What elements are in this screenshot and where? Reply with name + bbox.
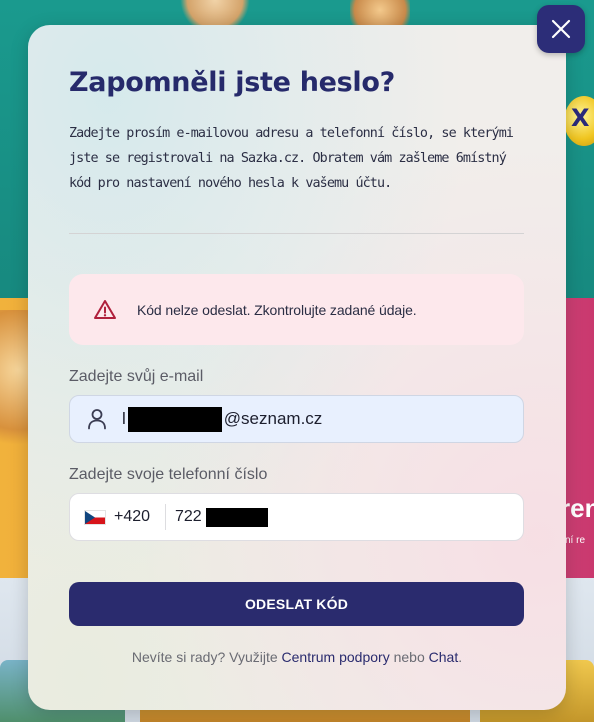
- help-text: Nevíte si rady? Využijte Centrum podpory…: [0, 649, 594, 665]
- email-label: Zadejte svůj e-mail: [69, 368, 204, 385]
- send-code-button[interactable]: ODESLAT KÓD: [69, 582, 524, 626]
- error-alert-text: Kód nelze odeslat. Zkontrolujte zadané ú…: [137, 301, 417, 318]
- redaction-block: [127, 406, 222, 432]
- warning-triangle-icon: [93, 298, 117, 322]
- close-button[interactable]: [537, 5, 585, 53]
- divider: [69, 233, 524, 234]
- czech-flag-icon[interactable]: [84, 509, 106, 525]
- help-text-middle: nebo: [393, 649, 425, 665]
- close-icon: [550, 18, 572, 40]
- help-text-after: .: [458, 649, 463, 665]
- email-field[interactable]: l @seznam.cz: [69, 395, 524, 443]
- phone-value: 722: [175, 507, 268, 527]
- redaction-block: [205, 507, 268, 527]
- modal-description: Zadejte prosím e-mailovou adresu a telef…: [69, 126, 514, 191]
- error-alert: Kód nelze odeslat. Zkontrolujte zadané ú…: [69, 274, 524, 345]
- phone-value-prefix: 722: [175, 508, 202, 525]
- chat-link[interactable]: Chat: [429, 649, 459, 665]
- email-value: l @seznam.cz: [122, 406, 323, 432]
- field-separator: [165, 504, 166, 530]
- user-icon: [87, 408, 107, 430]
- email-value-prefix: l: [122, 409, 126, 428]
- dial-code-select[interactable]: +420: [114, 508, 159, 526]
- email-value-suffix: @seznam.cz: [223, 409, 323, 428]
- phone-field[interactable]: +420 722: [69, 493, 524, 541]
- modal-title: Zapomněli jste heslo?: [69, 67, 395, 98]
- background-ball-letter: X: [571, 104, 590, 132]
- support-center-link[interactable]: Centrum podpory: [282, 649, 390, 665]
- phone-label: Zadejte svoje telefonní číslo: [69, 466, 268, 483]
- help-text-before: Nevíte si rady? Využijte: [131, 649, 278, 665]
